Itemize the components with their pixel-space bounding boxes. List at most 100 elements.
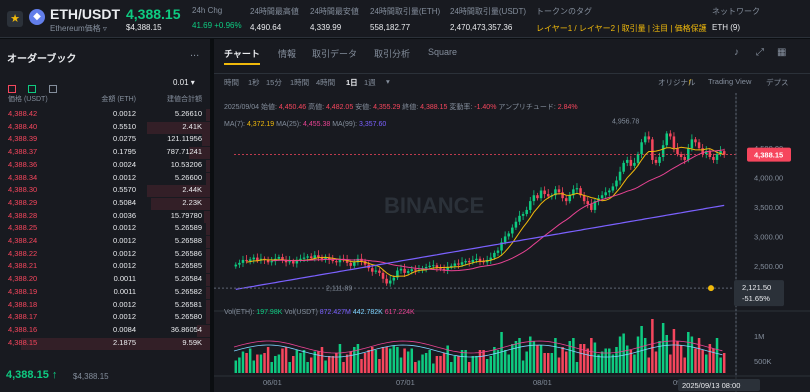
volume-bar (586, 348, 589, 373)
orderbook-row[interactable]: 4,388.24 0.0012 5.26588 (0, 236, 210, 248)
volume-bar (697, 338, 701, 373)
stat-value: 2,470,473,357.36 (450, 23, 513, 32)
volume-bar (704, 354, 708, 373)
tab-chart[interactable]: チャート (224, 47, 260, 60)
depth-bar (205, 274, 210, 287)
orderbook-row[interactable]: 4,388.22 0.0012 5.26586 (0, 248, 210, 261)
row-total: 2.44K (182, 185, 202, 195)
candle-body (471, 259, 475, 263)
candle-body (536, 195, 539, 199)
interval-3[interactable]: 1時間 (290, 77, 309, 88)
orderbook-row[interactable]: 4,388.18 0.0012 5.26581 (0, 299, 210, 312)
tab-trading-data[interactable]: 取引データ (312, 47, 357, 60)
orderbook-row[interactable]: 4,388.39 0.0275 121.11956 (0, 134, 210, 147)
orderbook-row[interactable]: 4,388.40 0.5510 2.41K (0, 121, 210, 134)
asks-view-icon[interactable] (48, 85, 57, 93)
volume-bar (669, 354, 672, 373)
row-price: 4,388.34 (8, 172, 38, 182)
symbol-title[interactable]: ETH/USDT (50, 6, 120, 22)
candle-body (676, 148, 679, 155)
bids-view-icon[interactable] (28, 85, 37, 93)
active-tab-indicator (224, 63, 260, 65)
volume-bar (564, 351, 568, 373)
orderbook-row[interactable]: 4,388.19 0.0011 5.26582 (0, 286, 210, 299)
volume-bar (600, 351, 604, 373)
crosshair-dot (708, 285, 714, 292)
view-depth[interactable]: デプス (766, 77, 789, 88)
interval-2[interactable]: 15分 (266, 77, 282, 88)
grid-layout-icon[interactable]: ▦ (777, 47, 786, 58)
row-amount: 0.0024 (113, 159, 136, 169)
orderbook-row[interactable]: 4,388.28 0.0036 15.79780 (0, 210, 210, 223)
candle-body (539, 190, 543, 199)
volume-bar (604, 348, 607, 373)
volume-bar (432, 363, 435, 373)
chart-toolbar: 時間 1秒 15分 1時間 4時間 1日 1週 ▾ ƒ オリジナル Trading View … (214, 73, 810, 91)
orderbook-row[interactable]: 4,388.15 2.1875 9.59K (0, 337, 210, 350)
stat-4: 24時間取引量(USDT) 2,470,473,357.36 (450, 6, 526, 32)
orderbook-row[interactable]: 4,388.36 0.0024 10.53206 (0, 159, 210, 172)
tick-size-select[interactable]: 0.01 ▾ (173, 78, 195, 87)
last-price-usd: $4,388.15 (126, 23, 162, 32)
candlestick-chart[interactable]: 2,500.003,000.003,500.004,000.004,500.00… (214, 93, 810, 392)
vol-legend-part: 197.98K (256, 309, 285, 316)
ma-legend-part: MA(99): (332, 121, 360, 128)
row-total: 36.86054 (170, 324, 202, 334)
orderbook-row[interactable]: 4,388.34 0.0012 5.26600 (0, 172, 210, 185)
more-options-icon[interactable]: ... (190, 47, 199, 59)
interval-6[interactable]: 1週 (364, 77, 376, 88)
volume-bar (371, 347, 374, 373)
ohlc-legend-part: 4,355.29 (373, 104, 403, 111)
orderbook-row[interactable]: 4,388.17 0.0012 5.26580 (0, 312, 210, 325)
candle-body (460, 262, 464, 265)
interval-5[interactable]: 1日 (346, 77, 358, 88)
orderbook-row[interactable]: 4,388.20 0.0011 5.26584 (0, 274, 210, 287)
volume-bar (349, 351, 352, 373)
volume-bar (248, 348, 252, 373)
view-original[interactable]: オリジナル (658, 77, 696, 88)
volume-bar (450, 362, 453, 373)
tab-square[interactable]: Square (428, 47, 457, 57)
orderbook-row[interactable]: 4,388.42 0.0012 5.26610 (0, 109, 210, 121)
stat-value: 41.69 +0.96% (192, 21, 242, 30)
stat-0: 24h Chg 41.69 +0.96% (192, 6, 242, 30)
favorite-star-icon[interactable]: ★ (7, 11, 23, 27)
vol-tick-label: 1M (754, 332, 764, 341)
volume-bar (561, 347, 564, 373)
interval-1[interactable]: 1秒 (248, 77, 260, 88)
tab-trading-analysis[interactable]: 取引分析 (374, 47, 410, 60)
view-tradingview[interactable]: Trading View (708, 77, 751, 86)
orderbook-row[interactable]: 4,388.16 0.0084 36.86054 (0, 324, 210, 337)
expand-icon[interactable]: ⤢ (756, 47, 764, 58)
candle-body (654, 159, 658, 163)
candle-body (385, 278, 388, 284)
row-total: 10.53206 (170, 159, 202, 169)
row-amount: 0.0012 (113, 223, 136, 233)
symbol-subtitle[interactable]: Ethereum価格 ▿ (50, 23, 107, 34)
orderbook-row[interactable]: 4,388.25 0.0012 5.26589 (0, 223, 210, 236)
tab-info[interactable]: 情報 (278, 47, 296, 60)
ohlc-legend-part: アンプリチュード: (498, 104, 558, 111)
volume-bar (665, 335, 669, 373)
row-price: 4,388.17 (8, 312, 38, 322)
y-tick-label: 4,000.00 (754, 174, 783, 183)
volume-bar (245, 353, 248, 373)
candle-body (238, 262, 241, 265)
volume-bar (406, 351, 410, 373)
row-amount: 0.0011 (113, 286, 136, 296)
orderbook-row[interactable]: 4,388.37 0.1795 787.71241 (0, 147, 210, 160)
row-price: 4,388.29 (8, 197, 38, 207)
candle-body (371, 268, 374, 272)
orderbook-row[interactable]: 4,388.21 0.0012 5.26585 (0, 261, 210, 274)
both-sides-view-icon[interactable] (8, 85, 16, 93)
interval-7[interactable]: ▾ (386, 77, 390, 86)
row-total: 2.23K (182, 197, 202, 207)
interval-0[interactable]: 時間 (224, 77, 239, 88)
bell-icon[interactable]: ♪ (734, 47, 739, 58)
row-total: 5.26580 (174, 312, 202, 322)
stat-2: 24時間最安値 4,339.99 (310, 6, 359, 32)
candle-body (392, 277, 396, 281)
orderbook-row[interactable]: 4,388.30 0.5570 2.44K (0, 185, 210, 198)
orderbook-row[interactable]: 4,388.29 0.5084 2.23K (0, 197, 210, 210)
interval-4[interactable]: 4時間 (316, 77, 335, 88)
